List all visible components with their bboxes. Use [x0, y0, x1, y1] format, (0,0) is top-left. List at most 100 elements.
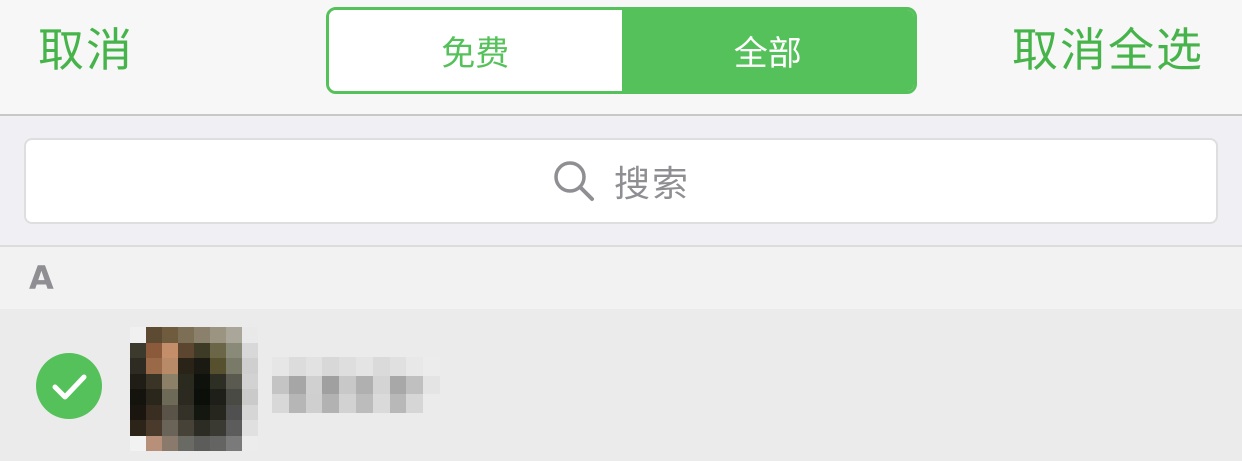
avatar-pixel — [194, 373, 210, 389]
avatar-pixel — [242, 420, 258, 436]
search-bar-container: 搜索 — [0, 116, 1242, 247]
avatar-pixel — [162, 435, 178, 451]
name-pixel — [305, 375, 323, 395]
contact-name — [272, 357, 440, 413]
avatar-pixel — [130, 327, 146, 343]
avatar-pixel — [210, 373, 226, 389]
name-pixel — [423, 357, 440, 376]
avatar-pixel — [210, 327, 226, 343]
avatar-pixel — [242, 358, 258, 374]
name-pixel — [406, 375, 424, 395]
avatar-pixel — [242, 435, 258, 451]
name-pixel — [339, 375, 356, 395]
selected-check-indicator[interactable] — [36, 353, 102, 419]
avatar-pixel — [242, 373, 258, 389]
avatar-pixel — [178, 342, 194, 358]
deselect-all-button[interactable]: 取消全选 — [1012, 20, 1204, 80]
avatar-pixel — [130, 373, 146, 389]
avatar-pixel — [226, 373, 242, 389]
avatar-pixel — [130, 420, 146, 436]
avatar-pixel — [146, 342, 162, 358]
avatar — [130, 327, 258, 451]
name-pixel — [406, 394, 424, 413]
avatar-pixel — [162, 342, 178, 358]
name-pixel — [288, 375, 306, 395]
avatar-pixel — [162, 389, 178, 405]
avatar-pixel — [146, 420, 162, 436]
avatar-pixel — [130, 358, 146, 374]
avatar-pixel — [146, 327, 162, 343]
name-pixel — [372, 357, 390, 376]
avatar-pixel — [194, 342, 210, 358]
avatar-pixel — [162, 373, 178, 389]
name-pixel — [372, 394, 390, 413]
name-pixel — [305, 394, 323, 413]
avatar-pixel — [210, 342, 226, 358]
cancel-button[interactable]: 取消 — [38, 20, 134, 80]
filter-segmented-control: 免费 全部 — [326, 7, 917, 94]
search-icon — [554, 161, 594, 201]
avatar-pixel — [130, 404, 146, 420]
name-pixel — [339, 357, 356, 376]
name-pixel — [423, 394, 440, 413]
avatar-pixel — [242, 342, 258, 358]
avatar-pixel — [146, 358, 162, 374]
avatar-pixel — [178, 358, 194, 374]
name-pixel — [272, 394, 289, 413]
avatar-pixel — [162, 404, 178, 420]
contact-picker-screen: 取消 免费 全部 取消全选 搜索 A — [0, 0, 1242, 461]
avatar-pixel — [210, 358, 226, 374]
avatar-pixel — [242, 327, 258, 343]
name-pixel — [272, 375, 289, 395]
avatar-pixel — [210, 435, 226, 451]
section-letter: A — [29, 259, 54, 297]
name-pixel — [322, 357, 340, 376]
name-pixel — [355, 394, 373, 413]
name-pixel — [322, 394, 340, 413]
avatar-pixel — [130, 389, 146, 405]
avatar-pixel — [194, 389, 210, 405]
name-pixel — [406, 357, 424, 376]
avatar-pixel — [178, 327, 194, 343]
avatar-pixel — [226, 358, 242, 374]
avatar-pixel — [162, 420, 178, 436]
checkmark-icon — [52, 374, 87, 400]
name-pixel — [355, 375, 373, 395]
name-pixel — [288, 357, 306, 376]
segment-all[interactable]: 全部 — [621, 10, 914, 91]
avatar-pixel — [226, 420, 242, 436]
search-input[interactable]: 搜索 — [24, 138, 1218, 224]
name-pixel — [389, 357, 407, 376]
name-pixel — [322, 375, 340, 395]
avatar-pixel — [146, 373, 162, 389]
name-pixel — [339, 394, 356, 413]
avatar-pixel — [146, 404, 162, 420]
avatar-pixel — [226, 389, 242, 405]
name-pixel — [288, 394, 306, 413]
name-pixel — [389, 394, 407, 413]
avatar-pixel — [194, 358, 210, 374]
avatar-pixel — [178, 373, 194, 389]
name-pixel — [372, 375, 390, 395]
avatar-pixel — [242, 389, 258, 405]
search-placeholder: 搜索 — [613, 164, 690, 205]
avatar-pixel — [194, 404, 210, 420]
avatar-pixel — [210, 420, 226, 436]
avatar-pixel — [194, 420, 210, 436]
avatar-pixel — [210, 389, 226, 405]
segment-free[interactable]: 免费 — [329, 10, 622, 91]
name-pixel — [355, 357, 373, 376]
avatar-pixel — [130, 435, 146, 451]
avatar-pixel — [210, 404, 226, 420]
avatar-pixel — [226, 435, 242, 451]
avatar-pixel — [178, 420, 194, 436]
avatar-pixel — [146, 435, 162, 451]
navigation-bar: 取消 免费 全部 取消全选 — [0, 0, 1242, 116]
avatar-pixel — [226, 342, 242, 358]
avatar-pixel — [242, 404, 258, 420]
avatar-pixel — [178, 404, 194, 420]
avatar-pixel — [178, 389, 194, 405]
avatar-pixel — [162, 358, 178, 374]
avatar-pixel — [194, 435, 210, 451]
contact-list-item[interactable] — [0, 309, 1242, 461]
